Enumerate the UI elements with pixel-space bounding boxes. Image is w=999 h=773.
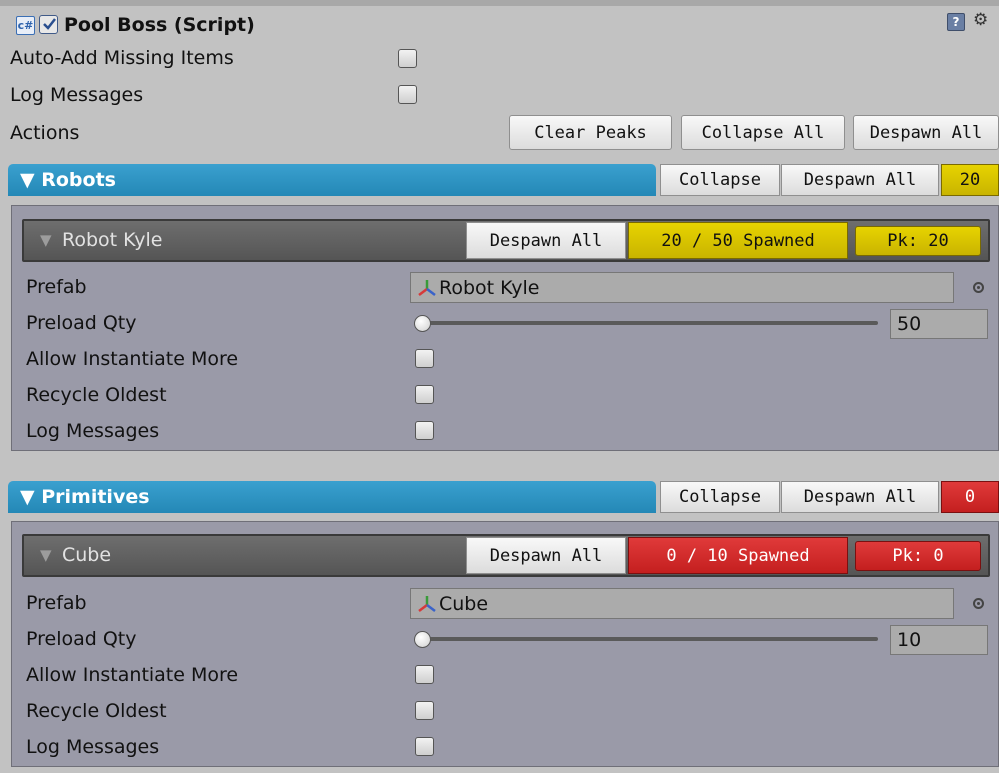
- log-messages-label: Log Messages: [10, 84, 144, 106]
- component-enabled-checkbox[interactable]: [39, 15, 58, 34]
- item-despawn-all-button[interactable]: Despawn All: [466, 537, 626, 574]
- prefab-label: Prefab: [26, 276, 87, 298]
- collapse-all-button[interactable]: Collapse All: [681, 115, 845, 150]
- item-log-messages-checkbox[interactable]: [415, 421, 434, 440]
- preload-slider-thumb[interactable]: [414, 315, 431, 332]
- preload-qty-input[interactable]: 10: [890, 625, 988, 655]
- recycle-oldest-label: Recycle Oldest: [26, 384, 167, 406]
- item-log-messages-checkbox[interactable]: [415, 737, 434, 756]
- inspector-header-strip: [0, 0, 999, 6]
- prefab-label: Prefab: [26, 592, 87, 614]
- gear-icon[interactable]: ⚙: [973, 12, 988, 29]
- group-header-robots[interactable]: ▼ Robots: [8, 164, 656, 196]
- preload-qty-input[interactable]: 50: [890, 309, 988, 339]
- checkmark-icon: [43, 18, 56, 30]
- group-title: ▼ Primitives: [20, 486, 150, 508]
- preload-qty-label: Preload Qty: [26, 628, 137, 650]
- object-picker-icon[interactable]: [973, 282, 984, 293]
- preload-slider-track[interactable]: [420, 637, 878, 641]
- group-count-badge: 20: [941, 164, 999, 196]
- item-log-messages-label: Log Messages: [26, 420, 160, 442]
- spawned-count-badge: 0 / 10 Spawned: [628, 537, 848, 574]
- group-title: ▼ Robots: [20, 169, 116, 191]
- prefab-value: Cube: [439, 592, 489, 615]
- preload-slider-track[interactable]: [420, 321, 878, 325]
- prefab-field[interactable]: Cube: [410, 588, 954, 619]
- component-title: Pool Boss (Script): [64, 14, 255, 36]
- recycle-oldest-checkbox[interactable]: [415, 701, 434, 720]
- despawn-all-button[interactable]: Despawn All: [853, 115, 999, 150]
- recycle-oldest-checkbox[interactable]: [415, 385, 434, 404]
- object-picker-icon[interactable]: [973, 598, 984, 609]
- group-collapse-button[interactable]: Collapse: [660, 164, 780, 196]
- preload-qty-label: Preload Qty: [26, 312, 137, 334]
- peak-badge: Pk: 0: [855, 541, 981, 571]
- group-collapse-button[interactable]: Collapse: [660, 481, 780, 513]
- allow-instantiate-checkbox[interactable]: [415, 349, 434, 368]
- prefab-model-icon: [418, 279, 436, 296]
- prefab-value: Robot Kyle: [439, 276, 540, 299]
- prefab-model-icon: [418, 595, 436, 612]
- group-despawn-all-button[interactable]: Despawn All: [781, 481, 939, 513]
- auto-add-checkbox[interactable]: [398, 49, 417, 68]
- group-despawn-all-button[interactable]: Despawn All: [781, 164, 939, 196]
- group-header-primitives[interactable]: ▼ Primitives: [8, 481, 656, 513]
- recycle-oldest-label: Recycle Oldest: [26, 700, 167, 722]
- collapse-triangle-icon[interactable]: ▼: [40, 231, 52, 249]
- csharp-script-icon: c#: [16, 16, 35, 35]
- auto-add-label: Auto-Add Missing Items: [10, 47, 234, 69]
- pool-item-name: Cube: [62, 544, 112, 566]
- group-count-badge: 0: [941, 481, 999, 513]
- prefab-field[interactable]: Robot Kyle: [410, 272, 954, 303]
- item-despawn-all-button[interactable]: Despawn All: [466, 222, 626, 259]
- preload-slider-thumb[interactable]: [414, 631, 431, 648]
- allow-instantiate-checkbox[interactable]: [415, 665, 434, 684]
- help-icon[interactable]: ?: [947, 13, 965, 31]
- log-messages-checkbox[interactable]: [398, 85, 417, 104]
- collapse-triangle-icon[interactable]: ▼: [40, 546, 52, 564]
- clear-peaks-button[interactable]: Clear Peaks: [509, 115, 672, 150]
- script-icon-text: c#: [17, 19, 34, 32]
- help-icon-text: ?: [952, 15, 960, 29]
- pool-item-name: Robot Kyle: [62, 229, 163, 251]
- peak-badge: Pk: 20: [855, 226, 981, 256]
- allow-instantiate-label: Allow Instantiate More: [26, 664, 239, 686]
- allow-instantiate-label: Allow Instantiate More: [26, 348, 239, 370]
- spawned-count-badge: 20 / 50 Spawned: [628, 222, 848, 259]
- actions-label: Actions: [10, 122, 80, 144]
- item-log-messages-label: Log Messages: [26, 736, 160, 758]
